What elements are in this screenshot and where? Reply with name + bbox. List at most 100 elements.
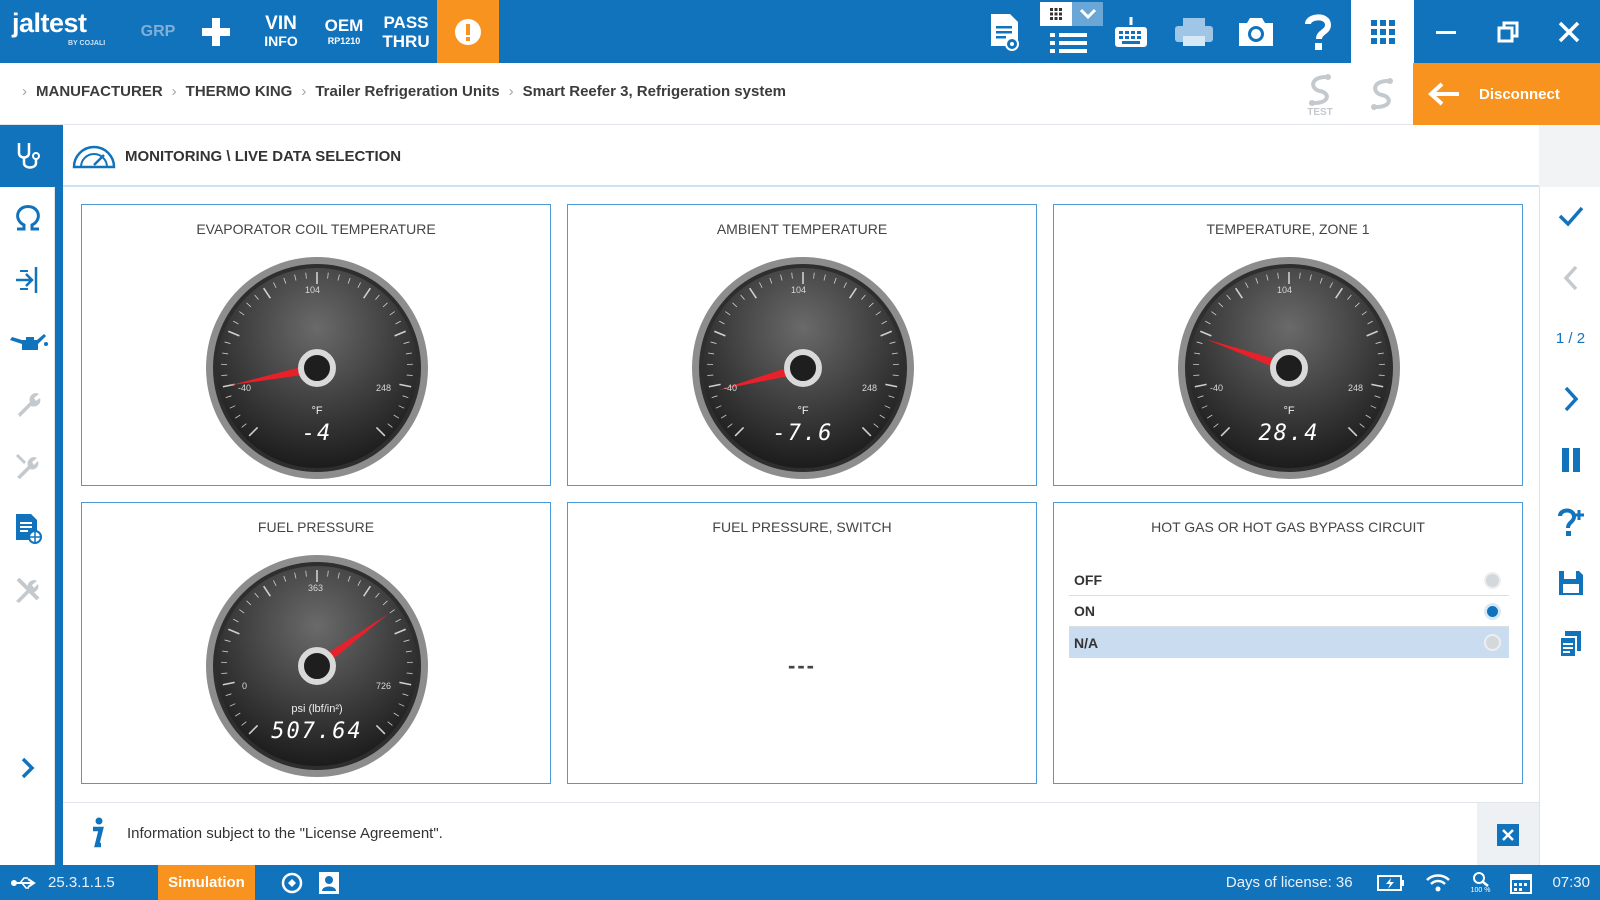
- simulation-badge: Simulation: [158, 865, 255, 900]
- confirm-button[interactable]: [1540, 191, 1600, 241]
- page-number: 1 / 2: [1555, 329, 1586, 347]
- restore-button[interactable]: [1476, 0, 1539, 63]
- breadcrumb: › MANUFACTURER › THERMO KING › Trailer R…: [22, 83, 786, 100]
- calendar-icon[interactable]: [1510, 872, 1533, 894]
- sidebar-item-documents[interactable]: [0, 497, 55, 559]
- jaltest-logo: jaltest BY COJALI: [12, 8, 105, 47]
- option-label: N/A: [1074, 634, 1099, 651]
- state-option-off[interactable]: OFF: [1069, 565, 1509, 596]
- gauge-reading: -4: [301, 421, 333, 446]
- sidebar-item-connection[interactable]: [0, 249, 55, 311]
- gauge-max-label: 248: [376, 383, 392, 393]
- gauge-mid-label: 104: [305, 285, 321, 295]
- left-sidebar: [0, 125, 55, 865]
- state-option-on[interactable]: ON: [1069, 596, 1509, 627]
- check-icon: [1558, 206, 1583, 227]
- sidebar-item-maintenance[interactable]: [0, 311, 55, 373]
- info-icon: [93, 817, 104, 848]
- pass-thru-button[interactable]: PASS THRU: [380, 0, 432, 63]
- sidebar-item-resistance[interactable]: [0, 187, 55, 249]
- copy-icon: [1558, 631, 1581, 658]
- zoom-icon[interactable]: 100 %: [1470, 871, 1491, 895]
- gauge-min-label: -40: [1210, 383, 1224, 393]
- report-icon[interactable]: [985, 10, 1025, 54]
- live-data-panel-evaporator-coil-temperature[interactable]: EVAPORATOR COIL TEMPERATURE 104 -40 248 …: [81, 204, 551, 486]
- state-option-na[interactable]: N/A: [1069, 627, 1509, 658]
- user-icon[interactable]: [318, 871, 340, 895]
- live-data-panel-fuel-pressure-switch[interactable]: FUEL PRESSURE, SWITCH ---: [567, 502, 1037, 784]
- zoom-level: 100 %: [1470, 886, 1491, 894]
- disconnect-label: Disconnect: [1479, 85, 1560, 103]
- live-data-panel-hot-gas-bypass-circuit[interactable]: HOT GAS OR HOT GAS BYPASS CIRCUIT OFF ON…: [1053, 502, 1523, 784]
- list-icon[interactable]: [1048, 28, 1090, 58]
- breadcrumb-manufacturer[interactable]: MANUFACTURER: [36, 83, 163, 100]
- warning-button[interactable]: [437, 0, 499, 63]
- info-bar: Information subject to the "License Agre…: [63, 802, 1539, 866]
- grp-label: GRP: [140, 22, 176, 40]
- tools-icon: [15, 453, 38, 479]
- next-page-button[interactable]: [1540, 374, 1600, 424]
- sensor-icon[interactable]: [1362, 73, 1402, 117]
- gauge-min-label: -40: [724, 383, 738, 393]
- gauge-max-label: 726: [376, 681, 392, 691]
- help-info-button[interactable]: [1540, 497, 1600, 547]
- test-sensor-icon[interactable]: TEST: [1300, 73, 1340, 118]
- page-indicator: 1 / 2: [1540, 313, 1600, 363]
- sidebar-item-diagnosis[interactable]: [0, 125, 55, 187]
- keyboard-icon[interactable]: [1110, 12, 1152, 52]
- minimize-icon: [1435, 30, 1456, 34]
- document-globe-icon: [15, 514, 42, 544]
- pause-icon: [1561, 448, 1580, 472]
- live-data-panel-temperature-zone-1[interactable]: TEMPERATURE, ZONE 1 104 -40 248 °F 28.4: [1053, 204, 1523, 486]
- grid-small-icon[interactable]: [1040, 2, 1072, 26]
- close-icon: [1558, 21, 1579, 42]
- disconnect-button[interactable]: Disconnect: [1413, 63, 1600, 125]
- logo-subtitle: BY COJALI: [68, 40, 106, 47]
- save-button[interactable]: [1540, 558, 1600, 608]
- sync-icon[interactable]: [280, 871, 304, 895]
- mini-window-control[interactable]: [1040, 2, 1103, 26]
- apps-grid-button[interactable]: [1351, 0, 1414, 63]
- gauge: 363 0 726 psi (lbf/in²) 507.64: [204, 553, 430, 779]
- gauge-icon: [72, 145, 116, 169]
- breadcrumb-chevron-icon: ›: [301, 83, 307, 100]
- gauge-unit: °F: [311, 405, 323, 417]
- gauge-min-label: 0: [242, 681, 248, 691]
- breadcrumb-vehicle-type[interactable]: Trailer Refrigeration Units: [315, 83, 499, 100]
- sidebar-item-settings-tools[interactable]: [0, 559, 55, 621]
- pause-button[interactable]: [1540, 435, 1600, 485]
- wifi-icon: [1425, 873, 1451, 893]
- chevron-down-icon[interactable]: [1072, 2, 1103, 26]
- chevron-left-icon: [1563, 265, 1577, 291]
- copy-button[interactable]: [1540, 619, 1600, 669]
- live-data-panel-fuel-pressure[interactable]: FUEL PRESSURE 363 0 726 psi (lbf/in²) 50…: [81, 502, 551, 784]
- breadcrumb-brand[interactable]: THERMO KING: [186, 83, 293, 100]
- restore-icon: [1497, 21, 1518, 42]
- grp-button[interactable]: GRP: [136, 0, 180, 63]
- stethoscope-icon: [17, 143, 40, 169]
- printer-icon[interactable]: [1172, 14, 1216, 50]
- help-icon[interactable]: [1298, 10, 1338, 54]
- right-sidebar: 1 / 2: [1539, 187, 1600, 865]
- warning-icon: [455, 18, 481, 45]
- sidebar-item-repair[interactable]: [0, 373, 55, 435]
- vin-info-button[interactable]: VIN INFO: [256, 0, 306, 63]
- close-button[interactable]: [1537, 0, 1600, 63]
- oem-rp1210-button[interactable]: OEM RP1210: [318, 0, 370, 63]
- info-close-button[interactable]: [1477, 803, 1539, 866]
- battery-icon: [1376, 874, 1405, 892]
- previous-page-button[interactable]: [1540, 253, 1600, 303]
- vin-label: VIN: [265, 13, 297, 34]
- camera-icon[interactable]: [1234, 12, 1278, 52]
- section-header: MONITORING \ LIVE DATA SELECTION: [63, 125, 1539, 187]
- sidebar-item-tools[interactable]: [0, 435, 55, 497]
- minimize-button[interactable]: [1414, 0, 1477, 63]
- sidebar-expand-button[interactable]: [0, 737, 55, 799]
- state-options: OFF ON N/A: [1069, 565, 1509, 658]
- breadcrumb-system[interactable]: Smart Reefer 3, Refrigeration system: [523, 83, 786, 100]
- arrow-left-icon: [1428, 82, 1459, 106]
- gauge-unit: psi (lbf/in²): [291, 703, 343, 715]
- gauge-mid-label: 104: [1277, 285, 1293, 295]
- live-data-panel-ambient-temperature[interactable]: AMBIENT TEMPERATURE 104 -40 248 °F -7.6: [567, 204, 1037, 486]
- add-icon[interactable]: [196, 14, 236, 50]
